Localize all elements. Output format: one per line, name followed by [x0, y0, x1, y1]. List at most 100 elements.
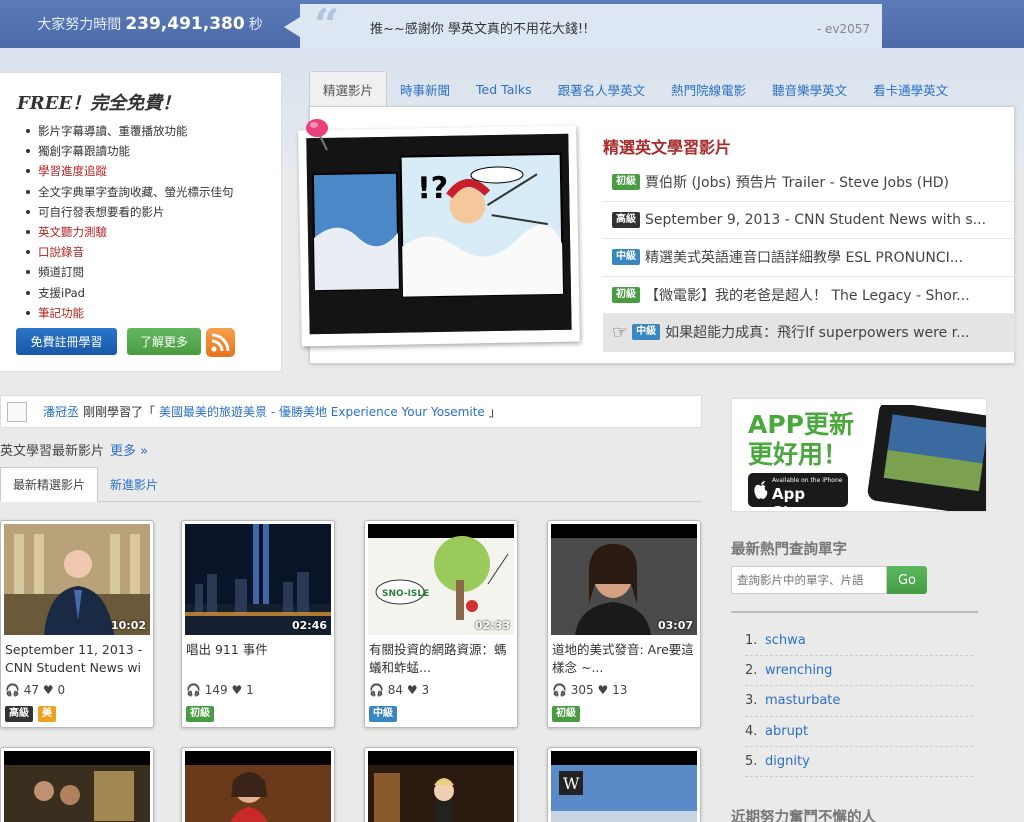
video-thumbnail: 10:02	[4, 524, 150, 635]
headphones-icon: 🎧	[186, 683, 201, 697]
video-card[interactable]: 10:02 September 11, 2013 - CNN Student N…	[0, 520, 154, 728]
video-thumbnail: 03:07	[551, 524, 697, 635]
go-button[interactable]: Go	[887, 566, 927, 594]
word-link[interactable]: dignity	[765, 754, 810, 769]
level-badge: 中級	[369, 706, 397, 722]
top-banner: 大家努力時間 239,491,380 秒 “ 推~~感謝你 學英文真的不用花大錢…	[0, 0, 1024, 51]
video-thumbnail: 02:46	[185, 524, 331, 635]
latest-tabs: 最新精選影片 新進影片	[0, 467, 702, 502]
word-link[interactable]: abrupt	[765, 724, 808, 739]
rss-icon[interactable]	[206, 328, 235, 357]
like-count: 0	[57, 683, 66, 697]
app-update-banner[interactable]: APP更新 更好用！ Available on the iPhone App S…	[731, 398, 987, 512]
featured-item[interactable]: 初級 【微電影】我的老爸是超人！ The Legacy - Shor...	[603, 277, 1015, 314]
video-card[interactable]	[0, 747, 154, 822]
feature-item: 筆記功能	[24, 303, 234, 323]
activity-video-link[interactable]: 美國最美的旅遊美景 - 優勝美地 Experience Your Yosemit…	[159, 403, 485, 420]
effort-count: 239,491,380	[125, 14, 245, 34]
tab-featured[interactable]: 精選影片	[309, 71, 388, 107]
video-thumbnail: W	[551, 751, 697, 822]
video-duration: 10:02	[110, 619, 146, 632]
video-card[interactable]	[364, 747, 518, 822]
featured-item[interactable]: 初級 賈伯斯 (Jobs) 預告片 Trailer - Steve Jobs (…	[603, 164, 1015, 202]
feature-item: 影片字幕導讀、重覆播放功能	[24, 121, 234, 141]
listen-count: 84	[387, 683, 404, 697]
user-quote: “ 推~~感謝你 學英文真的不用花大錢!! - ev2057	[284, 0, 882, 51]
word-link[interactable]: masturbate	[765, 693, 840, 708]
activity-action: 剛剛學習了「	[83, 405, 156, 419]
heart-icon: ♥	[42, 683, 54, 697]
video-thumbnail: SNO-ISLE 02:33	[368, 524, 514, 635]
svg-text:SNO-ISLE: SNO-ISLE	[382, 589, 429, 599]
featured-item-title: September 9, 2013 - CNN Student News wit…	[645, 211, 987, 228]
level-badge: 初級	[552, 706, 580, 722]
video-card[interactable]: 03:07 道地的美式發音: Are要這樣念 ~... 🎧 305 ♥ 13 初…	[547, 520, 701, 728]
video-card[interactable]: 02:46 唱出 911 事件 🎧 149 ♥ 1 初級	[181, 520, 335, 728]
word-link[interactable]: schwa	[765, 633, 806, 648]
effort-counter: 大家努力時間 239,491,380 秒	[0, 0, 300, 48]
featured-item[interactable]: 高級 September 9, 2013 - CNN Student News …	[603, 202, 1015, 239]
level-badge: 高級	[5, 706, 33, 722]
video-title: 道地的美式發音: Are要這樣念 ~...	[552, 642, 694, 675]
pointing-hand-icon: ☞	[612, 321, 629, 343]
level-badge: 中級	[612, 249, 640, 266]
quote-icon: “	[314, 0, 340, 51]
featured-item[interactable]: 中級 精選美式英語連音口語詳細教學 ESL PRONUNCI...	[603, 239, 1015, 277]
tab-ted[interactable]: Ted Talks	[463, 71, 545, 107]
more-link[interactable]: 更多 »	[110, 444, 148, 459]
featured-item-title: 【微電影】我的老爸是超人！ The Legacy - Shor...	[645, 287, 970, 304]
divider	[731, 611, 978, 613]
feature-item: 獨創字幕跟讀功能	[24, 141, 234, 161]
feature-item: 口說錄音	[24, 242, 234, 262]
register-button[interactable]: 免費註冊學習	[16, 328, 117, 355]
tab-latest-featured[interactable]: 最新精選影片	[0, 467, 99, 502]
video-duration: 02:33	[474, 619, 510, 632]
heart-icon: ♥	[597, 683, 609, 697]
video-card[interactable]: W	[547, 747, 701, 822]
app-store-badge[interactable]: Available on the iPhone App Store	[748, 473, 848, 511]
featured-item[interactable]: ☞ 中級 如果超能力成真：飛行If superpowers were r...	[603, 314, 1015, 352]
word-item: 2. wrenching	[745, 656, 973, 687]
heart-icon: ♥	[406, 683, 418, 697]
word-link[interactable]: wrenching	[765, 663, 832, 678]
like-count: 3	[421, 683, 430, 697]
tab-cartoons[interactable]: 看卡通學英文	[860, 71, 961, 107]
headphones-icon: 🎧	[552, 683, 567, 697]
feature-item: 可自行發表想要看的影片	[24, 202, 234, 222]
tab-movies[interactable]: 熱門院線電影	[658, 71, 759, 107]
activity-user[interactable]: 潘冠丞	[43, 403, 79, 420]
app-banner-line2: 更好用！	[748, 440, 849, 469]
featured-item-title: 精選美式英語連音口語詳細教學 ESL PRONUNCI...	[645, 250, 964, 267]
hot-words-list: 1. schwa 2. wrenching 3. masturbate 4. abrup…	[745, 626, 973, 777]
level-badge: 高級	[612, 211, 640, 228]
featured-thumbnail[interactable]: !?	[298, 125, 580, 347]
phone-illustration	[867, 405, 986, 511]
video-duration: 02:46	[291, 619, 327, 632]
word-search-input[interactable]	[731, 566, 887, 594]
tab-news[interactable]: 時事新聞	[387, 71, 463, 107]
quote-text: 推~~感謝你 學英文真的不用花大錢!!	[370, 22, 589, 37]
tab-new-videos[interactable]: 新進影片	[98, 467, 170, 502]
svg-text:W: W	[563, 774, 580, 793]
video-stats: 🎧 305 ♥ 13	[552, 683, 627, 697]
listen-count: 47	[23, 683, 40, 697]
video-card[interactable]	[181, 747, 335, 822]
video-title: September 11, 2013 - CNN Student News wi	[5, 642, 143, 675]
video-card[interactable]: SNO-ISLE 02:33 有關投資的網路資源：螞蟻和蚱蜢... 🎧 84 ♥…	[364, 520, 518, 728]
level-badge: 初級	[612, 286, 640, 303]
tab-music[interactable]: 聽音樂學英文	[759, 71, 860, 107]
feature-item: 學習進度追蹤	[24, 161, 234, 181]
video-badges: 初級	[552, 705, 585, 722]
video-badges: 初級	[186, 705, 219, 722]
word-item: 3. masturbate	[745, 686, 973, 717]
learn-more-button[interactable]: 了解更多	[127, 328, 201, 355]
tab-celebrities[interactable]: 跟著名人學英文	[545, 71, 659, 107]
free-panel: FREE！完全免費！ 影片字幕導讀、重覆播放功能 獨創字幕跟讀功能 學習進度追蹤…	[0, 72, 282, 372]
free-title: FREE！完全免費！	[17, 93, 181, 114]
accent-badge: 美	[38, 706, 56, 722]
apple-icon	[754, 481, 768, 499]
recent-learners-title: 近期努力奮鬥不懈的人	[731, 810, 876, 822]
level-badge: 初級	[186, 706, 214, 722]
latest-title-text: 英文學習最新影片	[0, 444, 105, 459]
level-badge: 初級	[612, 174, 640, 191]
